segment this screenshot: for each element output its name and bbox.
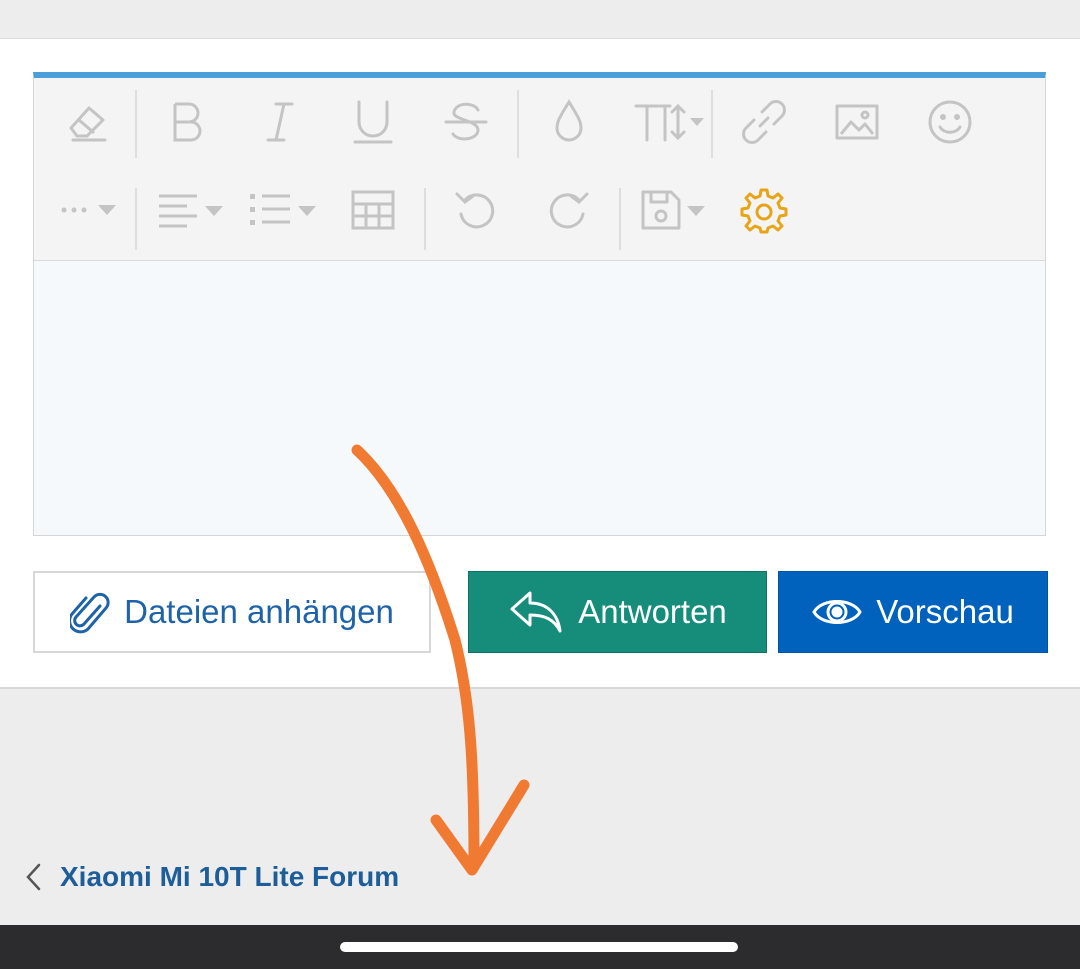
toolbar-separator (135, 188, 137, 250)
toolbar-separator (135, 90, 137, 158)
list-icon[interactable] (243, 180, 323, 240)
save-draft-icon[interactable] (634, 180, 714, 240)
home-indicator[interactable] (340, 942, 738, 952)
preview-button[interactable]: Vorschau (778, 571, 1048, 653)
table-icon[interactable] (343, 180, 403, 240)
attach-files-button[interactable]: Dateien anhängen (33, 571, 431, 653)
breadcrumb-label: Xiaomi Mi 10T Lite Forum (60, 861, 400, 892)
toolbar-separator (619, 188, 621, 250)
annotation-arrow-head (430, 779, 530, 876)
breadcrumb-back-link[interactable]: Xiaomi Mi 10T Lite Forum (24, 855, 399, 899)
preview-label: Vorschau (876, 593, 1014, 630)
strikethrough-icon[interactable] (436, 92, 496, 152)
eye-icon (812, 600, 862, 624)
rich-text-editor (33, 72, 1046, 536)
italic-icon[interactable] (250, 92, 310, 152)
top-strip (0, 0, 1080, 39)
toolbar-separator (711, 90, 713, 158)
paperclip-icon (70, 592, 110, 634)
editor-toolbar (34, 78, 1045, 261)
color-drop-icon[interactable] (539, 92, 599, 152)
link-icon[interactable] (734, 92, 794, 152)
reply-panel: Dateien anhängen Antworten Vorschau (0, 39, 1080, 689)
underline-icon[interactable] (343, 92, 403, 152)
reply-label: Antworten (578, 593, 727, 630)
reply-icon (510, 591, 562, 633)
more-options-icon[interactable] (55, 180, 127, 240)
reply-button[interactable]: Antworten (468, 571, 767, 653)
editor-text-area[interactable] (34, 261, 1045, 535)
toolbar-separator (517, 90, 519, 158)
attach-files-label: Dateien anhängen (124, 593, 394, 630)
smiley-icon[interactable] (920, 92, 980, 152)
undo-icon[interactable] (445, 180, 505, 240)
font-size-icon[interactable] (629, 92, 709, 152)
redo-icon[interactable] (539, 180, 599, 240)
system-navigation-bar (0, 925, 1080, 969)
align-icon[interactable] (150, 180, 230, 240)
image-icon[interactable] (827, 92, 887, 152)
chevron-left-icon (26, 863, 41, 891)
eraser-icon[interactable] (57, 92, 117, 152)
bold-icon[interactable] (157, 92, 217, 152)
gear-icon[interactable] (734, 180, 794, 240)
toolbar-separator (424, 188, 426, 250)
